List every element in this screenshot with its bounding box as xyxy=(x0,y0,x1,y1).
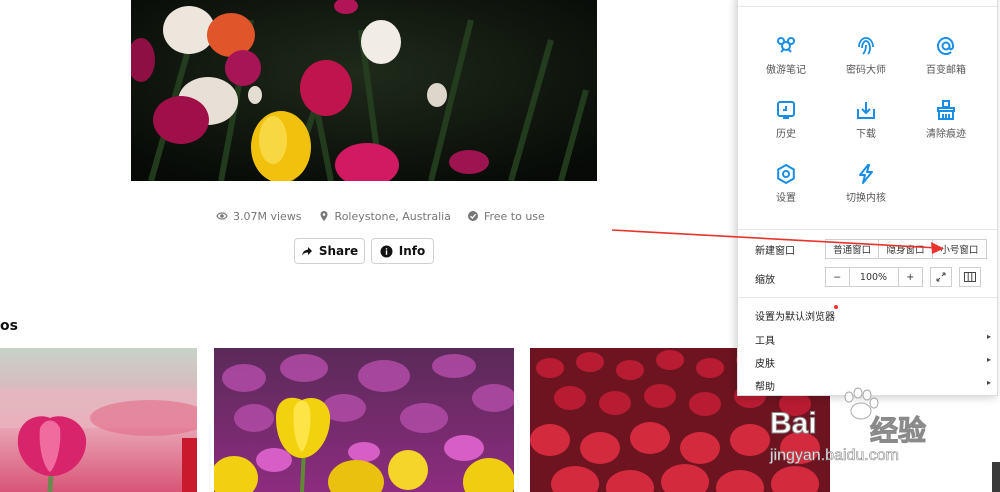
menu-item-clear-traces[interactable]: 清除痕迹 xyxy=(898,99,994,140)
mail-label: 百变邮箱 xyxy=(926,65,966,76)
new-dot-badge xyxy=(834,305,838,309)
fingerprint-icon xyxy=(858,37,874,55)
main-photo[interactable] xyxy=(131,0,597,181)
fullscreen-button[interactable] xyxy=(930,267,952,287)
zoom-label: 缩放 xyxy=(755,275,775,286)
mail-at-icon xyxy=(936,36,955,56)
columns-icon xyxy=(964,272,976,282)
new-window-options: 普通窗口 隐身窗口 小号窗口 xyxy=(825,239,987,259)
photo-meta: 3.07M views Roleystone, Australia Free t… xyxy=(216,208,561,224)
expand-icon xyxy=(936,272,946,282)
related-photo-1[interactable] xyxy=(0,348,197,492)
watermark-brand-cn: 经验 xyxy=(869,414,927,448)
chevron-right-icon: ▸ xyxy=(986,355,991,364)
set-default-browser-label: 设置为默认浏览器 xyxy=(755,312,835,323)
menu-divider-2 xyxy=(738,297,997,298)
set-default-browser-item[interactable]: 设置为默认浏览器 xyxy=(755,308,991,323)
related-section-title: os xyxy=(0,318,18,334)
page: { "photo": { "views": "3.07M views", "lo… xyxy=(0,0,1000,492)
zoom-control: − 100% + xyxy=(825,267,923,287)
skins-label: 皮肤 xyxy=(755,359,775,370)
scrollbar-thumb[interactable] xyxy=(992,462,1000,492)
clear-traces-label: 清除痕迹 xyxy=(926,129,966,140)
watermark-url: jingyan.baidu.com xyxy=(770,447,900,465)
switch-kernel-label: 切换内核 xyxy=(846,193,886,204)
location-pin-icon xyxy=(318,210,330,222)
share-label: Share xyxy=(318,244,359,258)
new-window-label: 新建窗口 xyxy=(755,246,795,257)
related-photo-2[interactable] xyxy=(214,348,514,492)
license-stat[interactable]: Free to use xyxy=(467,210,545,223)
history-icon xyxy=(777,101,795,119)
eye-icon xyxy=(216,210,228,222)
menu-item-skins[interactable]: 皮肤 ▸ xyxy=(755,355,991,370)
license-text[interactable]: Free to use xyxy=(484,210,545,223)
tulip-photo-image xyxy=(131,0,597,181)
yellow-purple-tulips-image xyxy=(214,348,514,492)
menu-divider-1 xyxy=(738,229,997,230)
zoom-value: 100% xyxy=(850,268,899,286)
split-view-button[interactable] xyxy=(959,267,981,287)
pink-tulip-image xyxy=(0,348,197,492)
new-window-alt-account[interactable]: 小号窗口 xyxy=(933,240,986,258)
views-stat: 3.07M views xyxy=(216,210,302,223)
baidu-jingyan-watermark: Bai 经验 jingyan.baidu.com xyxy=(762,385,962,475)
menu-item-tools[interactable]: 工具 ▸ xyxy=(755,332,991,347)
chevron-right-icon: ▸ xyxy=(986,378,991,387)
check-circle-icon xyxy=(467,210,479,222)
info-label: Info xyxy=(398,244,426,258)
zoom-in-button[interactable]: + xyxy=(899,268,923,286)
views-text: 3.07M views xyxy=(233,209,302,223)
chevron-right-icon: ▸ xyxy=(986,332,991,341)
browser-menu: 傲游笔记 密码大师 百变邮箱 历史 下载 清除痕迹 设置 切换内核 新建窗口 普… xyxy=(737,0,998,396)
menu-item-mail[interactable]: 百变邮箱 xyxy=(898,35,994,76)
location-stat[interactable]: Roleystone, Australia xyxy=(318,210,451,223)
menu-top-divider xyxy=(738,6,997,7)
location-text[interactable]: Roleystone, Australia xyxy=(335,210,451,223)
tools-label: 工具 xyxy=(755,336,775,347)
info-button[interactable]: Info xyxy=(371,238,434,264)
lightning-icon xyxy=(859,164,873,184)
new-window-incognito[interactable]: 隐身窗口 xyxy=(879,240,933,258)
share-button[interactable]: Share xyxy=(294,238,365,264)
notes-icon xyxy=(777,37,795,53)
gear-icon xyxy=(777,163,795,185)
info-icon xyxy=(380,245,393,258)
share-arrow-icon xyxy=(301,246,313,257)
menu-item-switch-kernel[interactable]: 切换内核 xyxy=(818,163,914,204)
download-icon xyxy=(857,102,875,119)
watermark-brand: Bai xyxy=(770,407,818,441)
zoom-out-button[interactable]: − xyxy=(826,268,850,286)
clear-traces-icon xyxy=(937,100,955,120)
new-window-normal[interactable]: 普通窗口 xyxy=(826,240,880,258)
